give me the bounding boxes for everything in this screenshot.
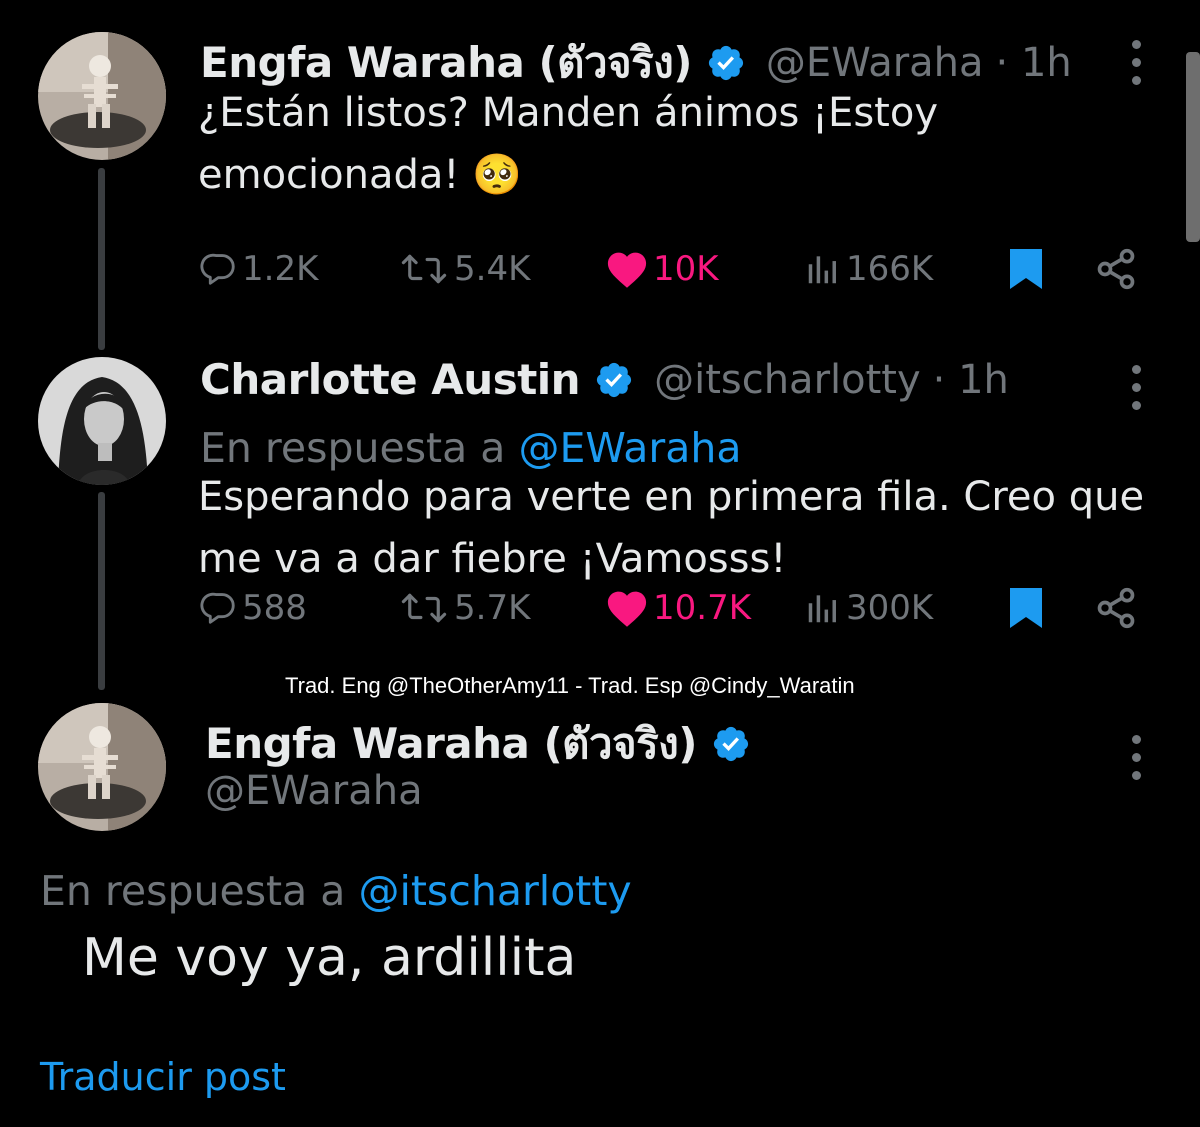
reply-context: En respuesta a @itscharlotty (40, 867, 632, 915)
reply-prefix: En respuesta a (40, 867, 346, 915)
repost-icon (401, 254, 447, 284)
reply-button[interactable]: 588 (200, 583, 307, 633)
views-count: 300K (846, 588, 934, 628)
bookmark-button[interactable] (1006, 244, 1046, 294)
repost-button[interactable]: 5.7K (398, 583, 530, 633)
share-icon (1097, 587, 1135, 629)
reply-mention-link[interactable]: @itscharlotty (358, 867, 631, 915)
views-icon (808, 595, 836, 623)
scrollbar-thumb[interactable] (1186, 52, 1200, 242)
reply-prefix: En respuesta a (200, 424, 506, 472)
tweet-header: Charlotte Austin @itscharlotty · 1h (200, 355, 1009, 404)
repost-count: 5.7K (454, 588, 531, 628)
tweet-text-line: me va a dar fiebre ¡Vamosss! (198, 536, 787, 582)
author-handle[interactable]: @itscharlotty (654, 357, 921, 403)
thread-connector-line (98, 492, 105, 690)
avatar-charlotte[interactable] (38, 357, 166, 485)
like-icon (607, 591, 647, 627)
bookmark-button[interactable] (1006, 583, 1046, 633)
tweet-text-line: emocionada! 🥺 (198, 152, 522, 198)
thread-connector-line (98, 168, 105, 350)
thread-view: Engfa Waraha (ตัวจริง) @EWaraha · 1h ¿Es… (0, 0, 1200, 1127)
tweet-text-line: Esperando para verte en primera fila. Cr… (198, 474, 1145, 520)
reply-count: 1.2K (242, 249, 319, 289)
main-post-text: Me voy ya, ardillita (82, 928, 577, 988)
tweet-timestamp[interactable]: · 1h (933, 357, 1009, 403)
translation-credit-overlay: Trad. Eng @TheOtherAmy11 - Trad. Esp @Ci… (285, 673, 855, 698)
like-button[interactable]: 10K (605, 244, 719, 294)
avatar-engfa[interactable] (38, 32, 166, 160)
share-icon (1097, 248, 1135, 290)
bookmark-icon (1010, 249, 1042, 289)
tweet-action-bar: 1.2K 5.4K 10K 166K (200, 244, 1200, 294)
bookmark-icon (1010, 588, 1042, 628)
translate-post-link[interactable]: Traducir post (40, 1055, 286, 1099)
more-options-icon[interactable] (1121, 735, 1151, 780)
views-count: 166K (846, 249, 934, 289)
like-count: 10K (653, 249, 719, 289)
tweet-text: ¿Están listos? Manden ánimos ¡Estoy emoc… (198, 82, 938, 206)
verified-badge-icon (706, 43, 746, 83)
share-button[interactable] (1094, 244, 1138, 294)
more-options-icon[interactable] (1121, 40, 1151, 85)
more-options-icon[interactable] (1121, 365, 1151, 410)
like-count: 10.7K (653, 588, 751, 628)
reply-context: En respuesta a @EWaraha (200, 424, 742, 472)
tweet-text-line: ¿Están listos? Manden ánimos ¡Estoy (198, 90, 938, 136)
views-icon (808, 256, 836, 284)
share-button[interactable] (1094, 583, 1138, 633)
repost-icon (401, 593, 447, 623)
repost-count: 5.4K (454, 249, 531, 289)
reply-mention-link[interactable]: @EWaraha (518, 424, 741, 472)
author-handle[interactable]: @EWaraha (205, 768, 423, 814)
tweet-timestamp[interactable]: · 1h (996, 40, 1072, 86)
author-display-name[interactable]: Charlotte Austin (200, 355, 581, 404)
author-handle[interactable]: @EWaraha (766, 40, 984, 86)
tweet-text: Esperando para verte en primera fila. Cr… (198, 466, 1144, 590)
avatar-engfa[interactable] (38, 703, 166, 831)
like-icon (607, 252, 647, 288)
repost-button[interactable]: 5.4K (398, 244, 530, 294)
verified-badge-icon (594, 360, 634, 400)
reply-count: 588 (242, 588, 307, 628)
verified-badge-icon (711, 724, 751, 764)
reply-icon (200, 253, 235, 285)
tweet-action-bar: 588 5.7K 10.7K 300K (200, 583, 1200, 633)
views-button[interactable]: 300K (804, 583, 933, 633)
like-button[interactable]: 10.7K (605, 583, 751, 633)
reply-icon (200, 592, 235, 624)
views-button[interactable]: 166K (804, 244, 933, 294)
reply-button[interactable]: 1.2K (200, 244, 318, 294)
